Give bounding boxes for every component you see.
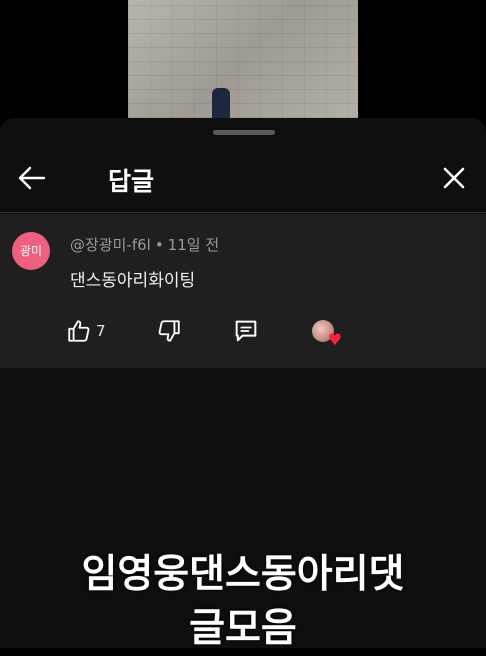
video-caption: 임영웅댄스동아리댓 글모음 — [0, 548, 486, 656]
creator-avatar: ♥ — [312, 320, 342, 348]
comment-icon — [235, 320, 257, 342]
comment-actions: 7 ♥ — [66, 314, 366, 348]
comment-item: 광미 @장광미-f6l • 11일 전 댄스동아리화이팅 7 ♥ — [0, 214, 486, 368]
replies-panel: 답글 광미 @장광미-f6l • 11일 전 댄스동아리화이팅 7 ♥ 임영웅댄… — [0, 118, 486, 651]
header-divider — [0, 212, 486, 213]
panel-header: 답글 — [0, 148, 486, 208]
meta-separator: • — [154, 236, 164, 254]
comment-text: 댄스동아리화이팅 — [70, 271, 196, 291]
timestamp: 11일 전 — [167, 236, 220, 254]
reply-button[interactable] — [232, 314, 260, 348]
video-thumbnail[interactable] — [128, 0, 358, 118]
thumbs-down-icon — [158, 320, 180, 342]
avatar[interactable]: 광미 — [12, 232, 50, 270]
drag-handle[interactable] — [213, 130, 275, 135]
dislike-button[interactable] — [156, 314, 182, 348]
author-handle[interactable]: @장광미-f6l — [70, 236, 151, 254]
back-button[interactable] — [14, 160, 50, 196]
comment-meta: @장광미-f6l • 11일 전 — [70, 234, 219, 255]
caption-line-1: 임영웅댄스동아리댓 — [81, 552, 405, 597]
heart-icon: ♥ — [327, 330, 342, 349]
thumbs-up-icon — [68, 320, 90, 342]
person-figure — [212, 88, 230, 118]
close-icon — [443, 167, 465, 189]
like-button[interactable]: 7 — [66, 314, 106, 348]
like-count: 7 — [96, 322, 106, 340]
close-button[interactable] — [436, 160, 472, 196]
arrow-left-icon — [18, 166, 46, 190]
creator-heart-badge: ♥ — [312, 314, 344, 348]
page-title: 답글 — [108, 167, 155, 196]
